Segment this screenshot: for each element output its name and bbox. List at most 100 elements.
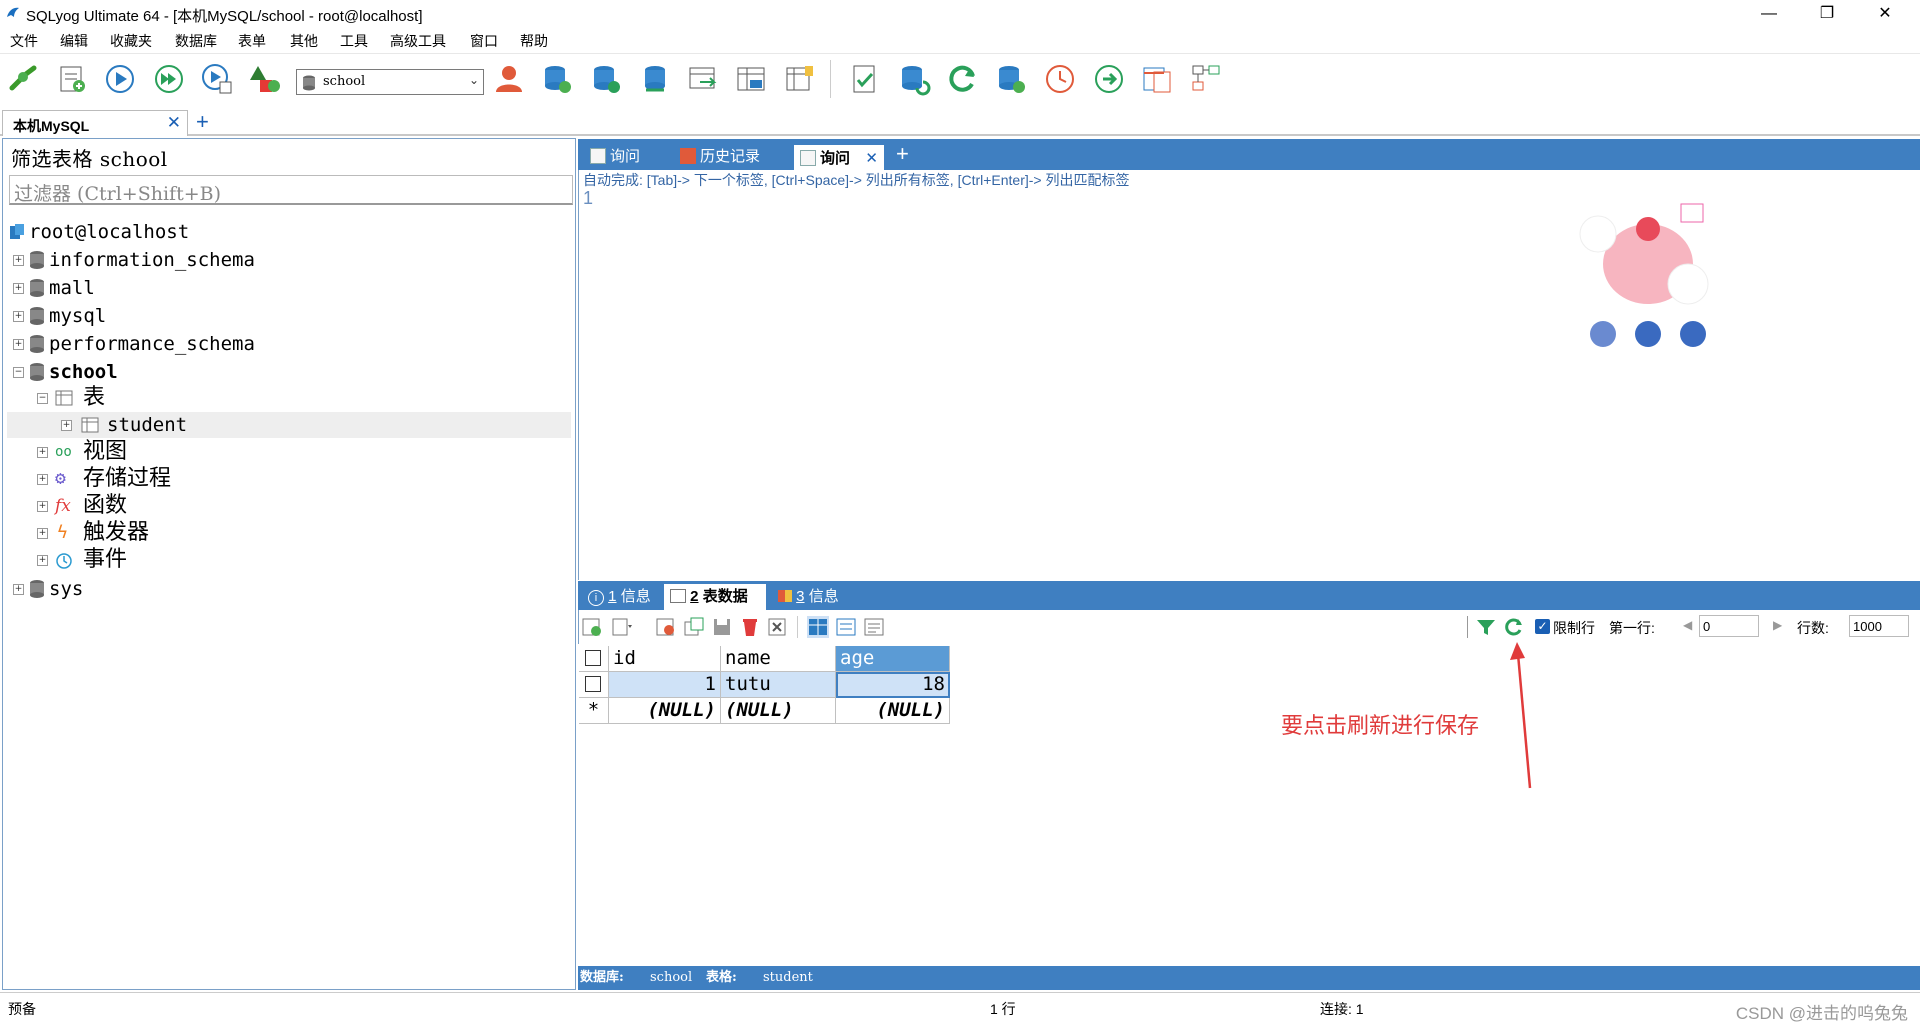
connection-tab[interactable]: 本机MySQL ✕ [2,110,188,136]
menu-favorites[interactable]: 收藏夹 [110,31,152,51]
tab-history[interactable]: 历史记录 [674,143,784,170]
menu-tools[interactable]: 工具 [340,31,368,51]
cancel-changes-icon[interactable] [767,616,789,638]
tree-db-school[interactable]: − school [7,359,567,385]
form-view-icon[interactable] [835,616,857,638]
refresh-grid-icon[interactable] [1503,616,1525,638]
column-header-id[interactable]: id [609,646,721,672]
close-window-button[interactable]: ✕ [1862,2,1908,26]
import-data-icon[interactable] [994,62,1028,96]
column-header-age[interactable]: age [836,646,950,672]
tree-db-information-schema[interactable]: + information_schema [7,247,567,273]
schema-designer-icon[interactable] [848,62,882,96]
copy-row-icon[interactable] [683,616,705,638]
first-row-input[interactable]: 0 [1699,615,1759,637]
menu-edit[interactable]: 编辑 [60,31,88,51]
create-db-icon[interactable] [540,62,574,96]
limit-rows-checkbox[interactable]: ✓ [1535,619,1550,634]
grid-view-icon[interactable] [807,616,829,638]
row-count-input[interactable]: 1000 [1849,615,1909,637]
compare-icon[interactable] [1140,62,1174,96]
close-tab-icon[interactable]: ✕ [167,113,181,133]
tree-folder-functions[interactable]: + fx 函数 [7,493,567,519]
expand-icon[interactable]: + [61,420,72,431]
select-all-checkbox[interactable] [585,650,601,666]
sync-db-icon[interactable] [638,62,672,96]
expand-icon[interactable]: + [13,584,24,595]
tree-root-connection[interactable]: root@localhost [7,219,567,245]
expand-icon[interactable]: + [37,501,48,512]
save-icon[interactable] [711,616,733,638]
run-icon[interactable] [1092,62,1126,96]
schema-icon[interactable] [248,62,282,96]
collapse-icon[interactable]: − [37,393,48,404]
tree-folder-tables[interactable]: − 表 [7,385,567,411]
tree-folder-procedures[interactable]: + ⚙ 存储过程 [7,466,567,492]
sql-editor[interactable]: 自动完成: [Tab]-> 下一个标签, [Ctrl+Space]-> 列出所有… [578,170,1920,580]
execute-edit-icon[interactable] [200,62,234,96]
menu-help[interactable]: 帮助 [520,31,548,51]
table-cell-id[interactable]: (NULL) [609,698,721,724]
next-page-icon[interactable]: ▶ [1773,618,1782,632]
new-connection-icon[interactable] [6,62,40,96]
table-cell-name[interactable]: (NULL) [721,698,836,724]
tree-db-performance-schema[interactable]: + performance_schema [7,331,567,357]
copy-db-icon[interactable] [589,62,623,96]
new-query-icon[interactable] [55,62,89,96]
filter-input[interactable]: 过滤器 (Ctrl+Shift+B) [9,175,573,205]
menu-database[interactable]: 数据库 [175,31,217,51]
menu-table[interactable]: 表单 [238,31,266,51]
tree-folder-events[interactable]: + 事件 [7,547,567,573]
menu-window[interactable]: 窗口 [470,31,498,51]
minimize-button[interactable]: — [1746,2,1792,26]
expand-icon[interactable]: + [13,339,24,350]
tab-query-2[interactable]: 询问 ✕ [794,143,884,170]
database-select[interactable]: school ⌄ [296,69,484,95]
restore-button[interactable]: ❐ [1804,2,1850,26]
query-builder-icon[interactable] [897,62,931,96]
menu-file[interactable]: 文件 [10,31,38,51]
execute-all-icon[interactable] [152,62,186,96]
expand-icon[interactable]: + [13,283,24,294]
row-select-cell[interactable] [579,672,609,698]
import-icon[interactable] [783,62,817,96]
tab-result-table-data[interactable]: 2 表数据 [664,584,766,610]
expand-icon[interactable]: + [13,311,24,322]
scheduler-icon[interactable] [1043,62,1077,96]
tree-folder-views[interactable]: + oo 视图 [7,439,567,465]
select-all-cell[interactable] [579,646,609,672]
backup-icon[interactable] [686,62,720,96]
menu-other[interactable]: 其他 [290,31,318,51]
table-cell-age[interactable]: (NULL) [836,698,950,724]
add-query-tab-icon[interactable]: + [896,141,909,167]
tree-folder-triggers[interactable]: + ϟ 触发器 [7,520,567,546]
expand-icon[interactable]: + [13,255,24,266]
table-cell-name[interactable]: tutu [721,672,836,698]
user-manager-icon[interactable] [492,62,526,96]
tab-query-1[interactable]: 询问 [584,143,664,170]
add-connection-icon[interactable]: + [196,109,209,135]
expand-icon[interactable]: + [37,447,48,458]
duplicate-row-icon[interactable] [611,616,633,638]
table-cell-id[interactable]: 1 [609,672,721,698]
expand-icon[interactable]: + [37,474,48,485]
collapse-icon[interactable]: − [13,367,24,378]
expand-icon[interactable]: + [37,528,48,539]
column-header-name[interactable]: name [721,646,836,672]
tree-db-mall[interactable]: + mall [7,275,567,301]
delete-icon[interactable] [739,616,761,638]
menu-advanced-tools[interactable]: 高级工具 [390,31,446,51]
close-tab-icon[interactable]: ✕ [865,145,878,172]
layout-icon[interactable] [1189,62,1223,96]
row-checkbox[interactable] [585,676,601,692]
expand-icon[interactable]: + [37,555,48,566]
refresh-icon[interactable] [946,62,980,96]
tab-result-info-1[interactable]: i 1 信息 [584,584,660,610]
prev-page-icon[interactable]: ◀ [1683,618,1692,632]
tab-result-info-3[interactable]: 3 信息 [774,584,850,610]
add-row-icon[interactable] [581,616,603,638]
text-view-icon[interactable] [863,616,885,638]
tree-db-sys[interactable]: + sys [7,576,567,602]
execute-icon[interactable] [103,62,137,96]
table-data-icon[interactable] [734,62,768,96]
